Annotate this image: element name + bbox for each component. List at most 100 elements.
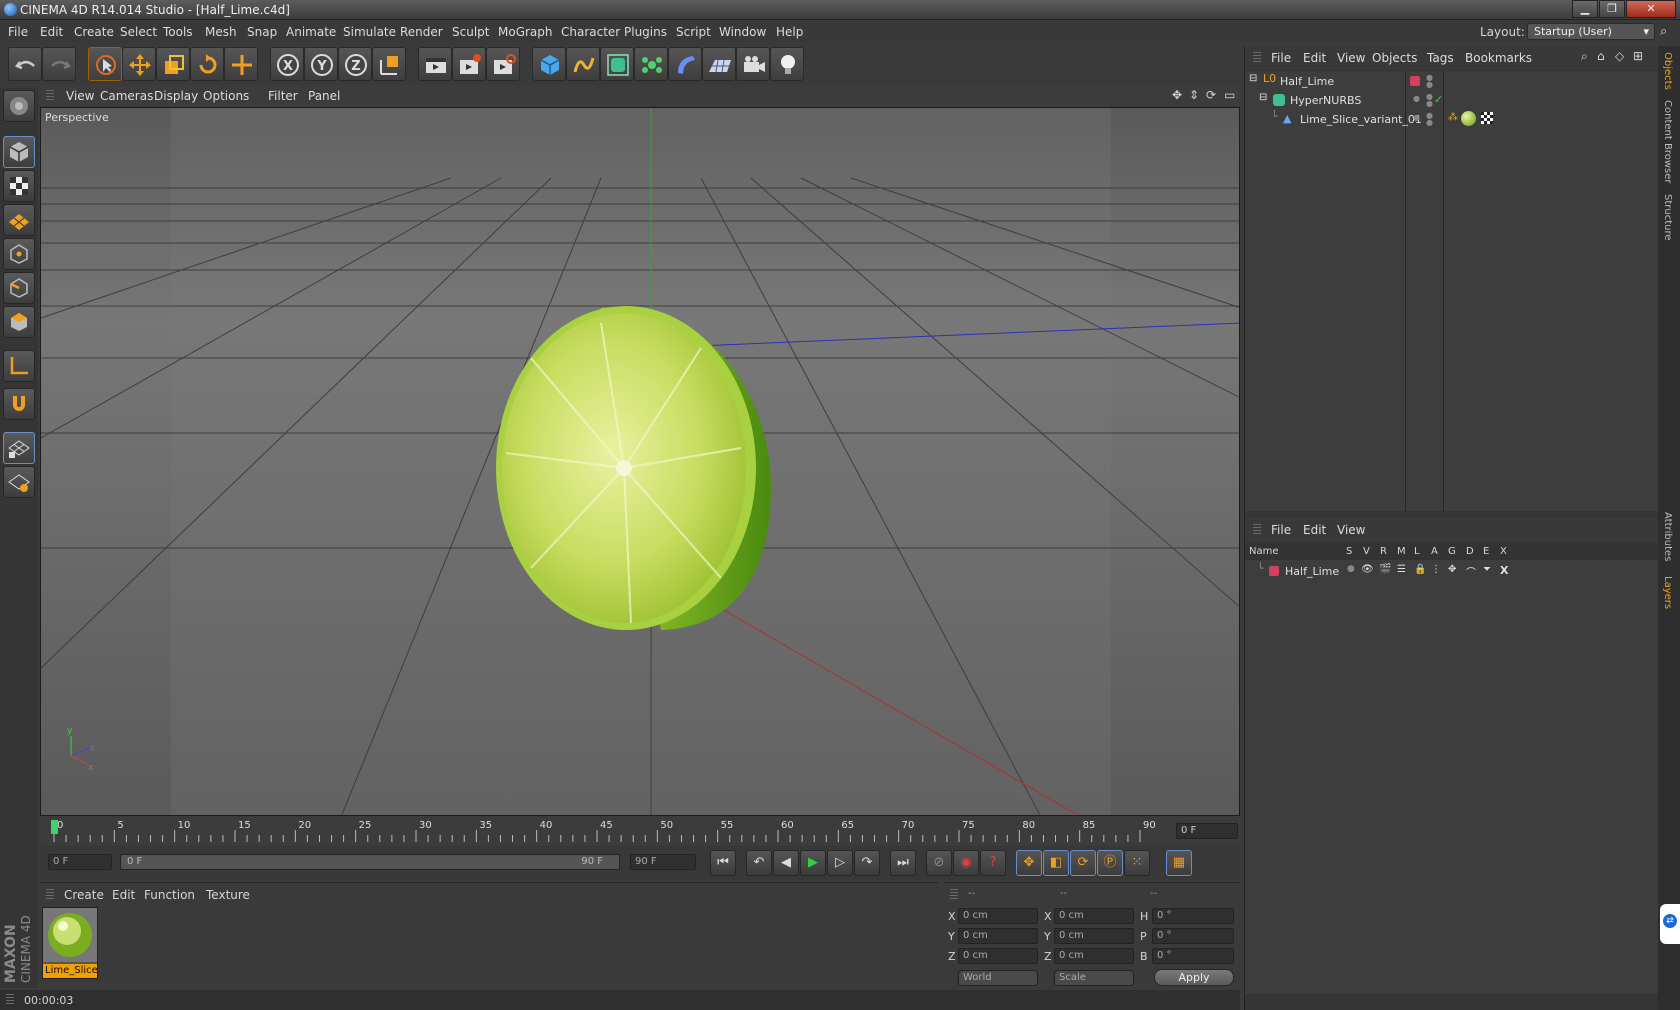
move-tool-button[interactable] [122, 47, 156, 81]
viewport-menu-options[interactable]: Options [203, 89, 249, 103]
material-menu-texture[interactable]: Texture [206, 888, 250, 902]
playhead-marker[interactable] [51, 820, 58, 834]
menu-simulate[interactable]: Simulate [343, 25, 396, 39]
z-axis-lock-button[interactable]: Z [338, 47, 372, 81]
tab-objects[interactable]: Objects [1662, 52, 1673, 90]
menu-edit[interactable]: Edit [40, 25, 63, 39]
live-selection-button[interactable] [88, 47, 122, 81]
rotation-h-field[interactable]: 0 ° [1152, 908, 1234, 924]
viewport-menu-cameras[interactable]: Cameras [100, 89, 153, 103]
x-axis-lock-button[interactable]: X [270, 47, 304, 81]
viewport-menu-panel[interactable]: Panel [308, 89, 340, 103]
visibility-dots-icon[interactable]: ● ● [1426, 74, 1433, 89]
workplane-lock-button[interactable] [3, 432, 35, 464]
layer-color-swatch[interactable] [1269, 566, 1279, 576]
planar-workplane-button[interactable] [3, 466, 35, 498]
visibility-dot-icon[interactable]: ● [1413, 113, 1420, 122]
make-editable-button[interactable] [3, 90, 35, 122]
solo-toggle-icon[interactable]: ● [1347, 564, 1355, 574]
previous-keyframe-button[interactable]: ↶ [746, 850, 772, 876]
viewport-menu-display[interactable]: Display [154, 89, 198, 103]
new-panel-icon[interactable]: ⊞ [1633, 49, 1643, 63]
object-menu-tags[interactable]: Tags [1427, 51, 1454, 65]
deformer-bend-button[interactable] [668, 47, 702, 81]
scale-tool-button[interactable] [156, 47, 190, 81]
render-settings-button[interactable] [486, 47, 520, 81]
render-clapper-icon[interactable]: 🎬 [1379, 564, 1391, 575]
camera-object-button[interactable] [736, 47, 770, 81]
menu-select[interactable]: Select [120, 25, 157, 39]
teamviewer-tab[interactable]: ⇄ [1660, 904, 1680, 944]
layer-menu-view[interactable]: View [1337, 523, 1365, 537]
object-menu-bookmarks[interactable]: Bookmarks [1465, 51, 1532, 65]
timeline-window-button[interactable]: ▦ [1166, 850, 1192, 876]
material-swatch[interactable]: Lime_Slice [42, 907, 98, 979]
menu-animate[interactable]: Animate [286, 25, 336, 39]
edges-mode-button[interactable] [3, 272, 35, 304]
go-to-end-button[interactable]: ⏭ [890, 850, 916, 876]
menu-mesh[interactable]: Mesh [205, 25, 237, 39]
home-icon[interactable]: ⌂ [1597, 49, 1605, 63]
tab-attributes[interactable]: Attributes [1662, 512, 1673, 561]
deformer-icon[interactable]: ⌒ [1466, 564, 1476, 579]
tree-expand-icon[interactable]: ⊟ [1249, 73, 1257, 84]
menu-create[interactable]: Create [74, 25, 114, 39]
visibility-dots-icon[interactable]: ● ● [1426, 93, 1433, 108]
frame-range-slider[interactable]: 0 F 90 F [120, 854, 620, 870]
rotate-view-icon[interactable]: ⟳ [1206, 88, 1216, 102]
dolly-view-icon[interactable]: ⇕ [1189, 88, 1199, 102]
generator-icon[interactable]: ✥ [1448, 564, 1456, 575]
rotation-b-field[interactable]: 0 ° [1152, 948, 1234, 964]
next-keyframe-button[interactable]: ↷ [854, 850, 880, 876]
hypernurbs-button[interactable] [600, 47, 634, 81]
tab-layers[interactable]: Layers [1662, 576, 1673, 609]
size-mode-select[interactable]: Scale [1054, 970, 1134, 986]
y-axis-lock-button[interactable]: Y [304, 47, 338, 81]
menu-script[interactable]: Script [676, 25, 711, 39]
enabled-check-icon[interactable]: ✓ [1434, 93, 1443, 106]
perspective-viewport[interactable]: y zx [40, 107, 1240, 816]
play-button[interactable]: ▶ [800, 850, 826, 876]
object-menu-edit[interactable]: Edit [1303, 51, 1326, 65]
record-keys-button[interactable]: ⊘ [926, 850, 952, 876]
coordinate-space-select[interactable]: World [958, 970, 1038, 986]
menu-window[interactable]: Window [719, 25, 766, 39]
collapse-icon[interactable]: ◇ [1615, 49, 1624, 63]
object-row-hypernurbs[interactable]: ⊟ HyperNURBS ● ● ● ✓ [1245, 91, 1658, 110]
object-row-lime-slice[interactable]: └ ▲ Lime_Slice_variant_01 ● ● ● ⁂ [1245, 110, 1658, 129]
polygons-mode-button[interactable] [3, 306, 35, 338]
start-frame-field[interactable]: 0 F [48, 854, 112, 870]
tree-expand-icon[interactable]: ⊟ [1259, 92, 1267, 103]
workplane-mode-button[interactable] [3, 204, 35, 236]
layer-row-half-lime[interactable]: └ Half_Lime ● 👁 🎬 ☰ 🔒 ⋮ ✥ ⌒ ⏷ X [1245, 562, 1658, 581]
texture-mode-button[interactable] [3, 170, 35, 202]
visibility-dot-icon[interactable]: ● [1413, 94, 1420, 103]
menu-sculpt[interactable]: Sculpt [452, 25, 489, 39]
object-menu-view[interactable]: View [1337, 51, 1365, 65]
next-frame-button[interactable]: ▷ [827, 850, 853, 876]
material-menu-create[interactable]: Create [64, 888, 104, 902]
tab-structure[interactable]: Structure [1662, 194, 1673, 241]
key-rotation-button[interactable]: ⟳ [1070, 850, 1096, 876]
material-menu-function[interactable]: Function [144, 888, 195, 902]
viewport-menu-filter[interactable]: Filter [268, 89, 298, 103]
material-menu-edit[interactable]: Edit [112, 888, 135, 902]
key-parameter-button[interactable]: Ⓟ [1097, 850, 1123, 876]
maximize-view-icon[interactable]: ▭ [1224, 88, 1235, 102]
uvw-tag-icon[interactable] [1481, 112, 1493, 124]
rotation-p-field[interactable]: 0 ° [1152, 928, 1234, 944]
object-row-half-lime[interactable]: ⊟ L0 Half_Lime ● ● [1245, 72, 1658, 91]
expression-icon[interactable]: ⏷ [1483, 564, 1491, 575]
end-frame-field[interactable]: 90 F [630, 854, 696, 870]
apply-button[interactable]: Apply [1154, 969, 1234, 986]
menu-file[interactable]: File [8, 25, 28, 39]
menu-character[interactable]: Character [561, 25, 620, 39]
position-y-field[interactable]: 0 cm [958, 928, 1038, 944]
pan-view-icon[interactable]: ✥ [1172, 88, 1182, 102]
key-scale-button[interactable]: ◧ [1043, 850, 1069, 876]
menu-mograph[interactable]: MoGraph [498, 25, 553, 39]
eye-icon[interactable]: 👁 [1361, 564, 1374, 575]
coordinate-system-button[interactable] [372, 47, 406, 81]
lock-icon[interactable]: 🔒 [1414, 564, 1426, 575]
render-picture-viewer-button[interactable] [452, 47, 486, 81]
